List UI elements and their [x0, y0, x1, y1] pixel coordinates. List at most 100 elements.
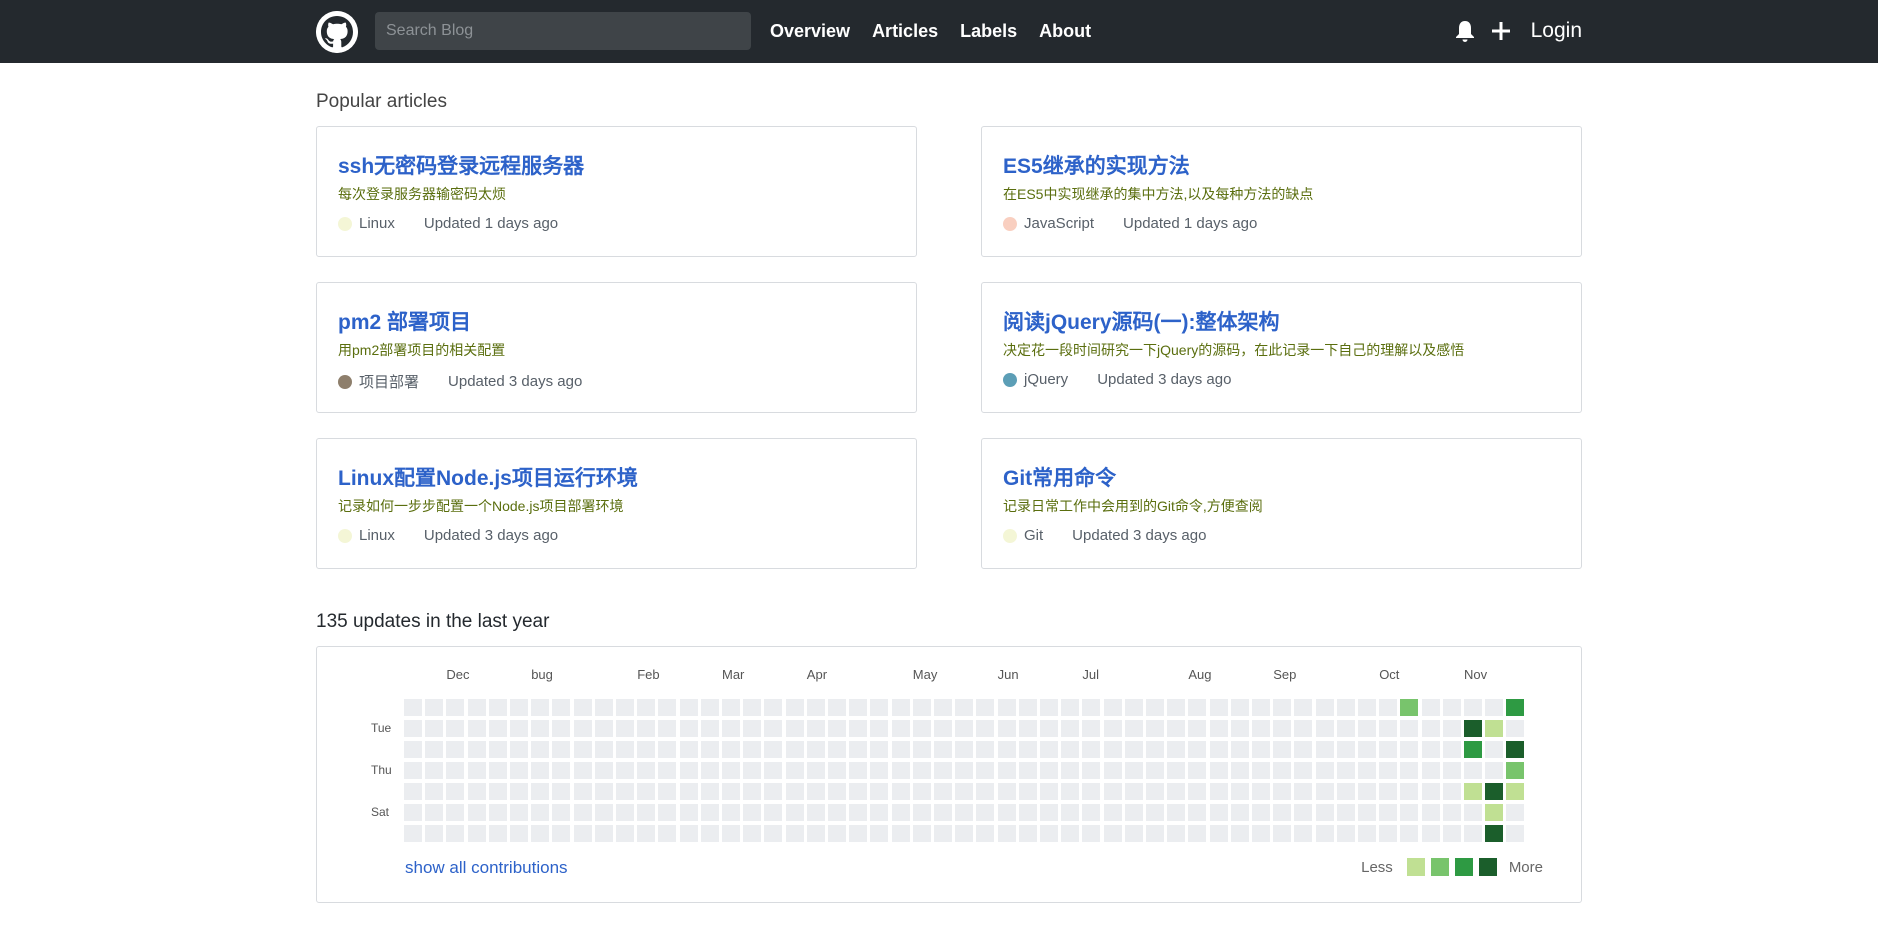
contribution-cell[interactable] — [1294, 699, 1313, 716]
contribution-cell[interactable] — [425, 825, 444, 842]
contribution-cell[interactable] — [1294, 783, 1313, 800]
contribution-cell[interactable] — [785, 783, 804, 800]
contribution-cell[interactable] — [1485, 825, 1504, 842]
article-card[interactable]: Linux配置Node.js项目运行环境 记录如何一步步配置一个Node.js项… — [316, 438, 917, 569]
contribution-cell[interactable] — [1379, 720, 1398, 737]
contribution-cell[interactable] — [1188, 720, 1207, 737]
contribution-cell[interactable] — [1400, 720, 1419, 737]
contribution-cell[interactable] — [976, 699, 995, 716]
contribution-cell[interactable] — [912, 804, 931, 821]
contribution-cell[interactable] — [1273, 825, 1292, 842]
contribution-cell[interactable] — [552, 783, 571, 800]
contribution-cell[interactable] — [764, 762, 783, 779]
contribution-cell[interactable] — [616, 762, 634, 779]
contribution-cell[interactable] — [594, 783, 613, 800]
contribution-cell[interactable] — [1358, 741, 1376, 758]
contribution-cell[interactable] — [531, 825, 550, 842]
contribution-cell[interactable] — [637, 783, 656, 800]
contribution-cell[interactable] — [467, 741, 486, 758]
article-title[interactable]: Git常用命令 — [1003, 462, 1116, 492]
search-input[interactable] — [375, 12, 751, 50]
contribution-cell[interactable] — [849, 720, 868, 737]
contribution-cell[interactable] — [764, 783, 783, 800]
contribution-cell[interactable] — [594, 762, 613, 779]
contribution-cell[interactable] — [785, 699, 804, 716]
contribution-cell[interactable] — [488, 783, 507, 800]
contribution-cell[interactable] — [573, 783, 592, 800]
contribution-cell[interactable] — [616, 783, 634, 800]
contribution-cell[interactable] — [1485, 762, 1504, 779]
contribution-cell[interactable] — [785, 825, 804, 842]
contribution-cell[interactable] — [1103, 741, 1122, 758]
contribution-cell[interactable] — [828, 804, 846, 821]
contribution-cell[interactable] — [1103, 699, 1122, 716]
contribution-cell[interactable] — [446, 699, 465, 716]
contribution-cell[interactable] — [1124, 720, 1143, 737]
contribution-cell[interactable] — [637, 804, 656, 821]
contribution-cell[interactable] — [658, 720, 677, 737]
contribution-cell[interactable] — [785, 741, 804, 758]
contribution-cell[interactable] — [1146, 804, 1164, 821]
contribution-cell[interactable] — [1188, 741, 1207, 758]
contribution-cell[interactable] — [510, 720, 528, 737]
contribution-cell[interactable] — [616, 699, 634, 716]
contribution-cell[interactable] — [976, 741, 995, 758]
contribution-cell[interactable] — [849, 804, 868, 821]
contribution-cell[interactable] — [404, 741, 422, 758]
nav-about[interactable]: About — [1039, 21, 1091, 42]
contribution-cell[interactable] — [743, 825, 762, 842]
contribution-cell[interactable] — [510, 804, 528, 821]
contribution-cell[interactable] — [828, 720, 846, 737]
contribution-cell[interactable] — [1485, 804, 1504, 821]
contribution-cell[interactable] — [573, 699, 592, 716]
contribution-cell[interactable] — [1167, 720, 1186, 737]
contribution-cell[interactable] — [404, 762, 422, 779]
contribution-cell[interactable] — [1082, 804, 1101, 821]
contribution-cell[interactable] — [722, 699, 740, 716]
contribution-cell[interactable] — [1252, 720, 1270, 737]
contribution-cell[interactable] — [467, 720, 486, 737]
contribution-cell[interactable] — [425, 720, 444, 737]
contribution-cell[interactable] — [1061, 699, 1080, 716]
contribution-cell[interactable] — [1230, 720, 1249, 737]
contribution-cell[interactable] — [658, 699, 677, 716]
article-card[interactable]: pm2 部署项目 用pm2部署项目的相关配置 项目部署 Updated 3 da… — [316, 282, 917, 413]
contribution-cell[interactable] — [764, 699, 783, 716]
contribution-cell[interactable] — [1040, 720, 1058, 737]
contribution-cell[interactable] — [1315, 762, 1334, 779]
contribution-cell[interactable] — [870, 783, 889, 800]
contribution-cell[interactable] — [976, 762, 995, 779]
contribution-cell[interactable] — [1167, 762, 1186, 779]
contribution-cell[interactable] — [1103, 720, 1122, 737]
contribution-cell[interactable] — [1061, 825, 1080, 842]
article-title[interactable]: 阅读jQuery源码(一):整体架构 — [1003, 306, 1280, 336]
contribution-cell[interactable] — [1464, 720, 1482, 737]
contribution-cell[interactable] — [1294, 720, 1313, 737]
contribution-cell[interactable] — [658, 825, 677, 842]
contribution-cell[interactable] — [1061, 783, 1080, 800]
contribution-cell[interactable] — [1273, 699, 1292, 716]
contribution-cell[interactable] — [955, 804, 974, 821]
contribution-cell[interactable] — [1379, 741, 1398, 758]
contribution-cell[interactable] — [658, 783, 677, 800]
contribution-cell[interactable] — [976, 720, 995, 737]
contribution-cell[interactable] — [849, 741, 868, 758]
contribution-cell[interactable] — [806, 741, 825, 758]
contribution-cell[interactable] — [1040, 783, 1058, 800]
contribution-cell[interactable] — [467, 804, 486, 821]
contribution-cell[interactable] — [700, 825, 719, 842]
github-logo-icon[interactable] — [316, 11, 358, 53]
contribution-cell[interactable] — [679, 804, 698, 821]
contribution-cell[interactable] — [700, 762, 719, 779]
contribution-cell[interactable] — [806, 699, 825, 716]
contribution-cell[interactable] — [1442, 720, 1461, 737]
contribution-cell[interactable] — [870, 804, 889, 821]
contribution-cell[interactable] — [637, 762, 656, 779]
contribution-cell[interactable] — [1188, 762, 1207, 779]
nav-overview[interactable]: Overview — [770, 21, 850, 42]
contribution-cell[interactable] — [679, 741, 698, 758]
contribution-cell[interactable] — [997, 762, 1016, 779]
contribution-cell[interactable] — [1506, 804, 1525, 821]
contribution-cell[interactable] — [1294, 804, 1313, 821]
contribution-cell[interactable] — [934, 825, 952, 842]
